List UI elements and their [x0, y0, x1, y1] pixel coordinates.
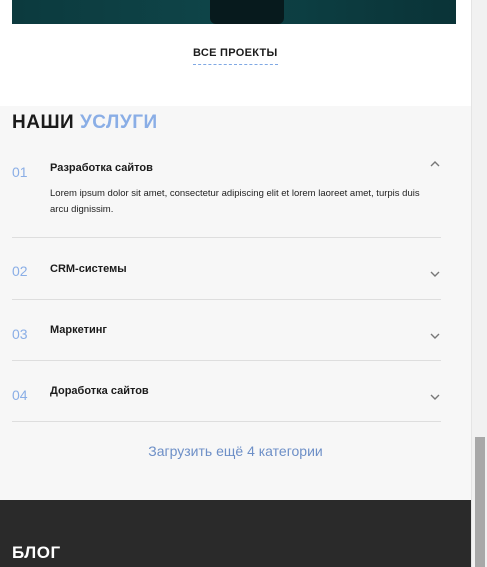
chevron-down-icon[interactable] — [429, 391, 441, 403]
page-content: ВСЕ ПРОЕКТЫ НАШИ УСЛУГИ 01 Разработка са… — [0, 0, 471, 567]
all-projects-link[interactable]: ВСЕ ПРОЕКТЫ — [193, 47, 278, 65]
project-image-figure — [210, 0, 284, 24]
projects-section: ВСЕ ПРОЕКТЫ — [0, 0, 471, 106]
accordion-item-number: 04 — [12, 387, 28, 403]
project-image[interactable] — [12, 0, 456, 24]
load-more-categories-link[interactable]: Загрузить ещё 4 категории — [0, 443, 471, 459]
accordion-item-number: 01 — [12, 164, 28, 180]
accordion-item-site-improvement[interactable]: 04 Доработка сайтов — [12, 361, 441, 422]
blog-title: БЛОГ — [12, 543, 61, 562]
accordion-item-number: 02 — [12, 263, 28, 279]
page-scrollbar[interactable] — [471, 0, 487, 567]
services-title-accent: УСЛУГИ — [79, 112, 158, 133]
accordion-item-web-development[interactable]: 01 Разработка сайтов Lorem ipsum dolor s… — [12, 152, 441, 238]
accordion-item-crm[interactable]: 02 CRM-системы — [12, 238, 441, 300]
services-section: НАШИ УСЛУГИ 01 Разработка сайтов Lorem i… — [0, 106, 471, 500]
page: ВСЕ ПРОЕКТЫ НАШИ УСЛУГИ 01 Разработка са… — [0, 0, 487, 567]
accordion-item-title[interactable]: CRM-системы — [50, 263, 127, 275]
chevron-down-icon[interactable] — [429, 268, 441, 280]
blog-section: БЛОГ — [0, 500, 471, 567]
chevron-down-icon[interactable] — [429, 330, 441, 342]
accordion-item-marketing[interactable]: 03 Маркетинг — [12, 300, 441, 361]
accordion-item-number: 03 — [12, 326, 28, 342]
accordion-item-title[interactable]: Разработка сайтов — [50, 162, 153, 174]
accordion-item-body: Lorem ipsum dolor sit amet, consectetur … — [50, 188, 420, 215]
scrollbar-thumb[interactable] — [475, 437, 485, 567]
chevron-up-icon[interactable] — [429, 158, 441, 170]
services-title: НАШИ УСЛУГИ — [12, 112, 158, 134]
services-title-main: НАШИ — [12, 112, 75, 133]
accordion-item-title[interactable]: Маркетинг — [50, 324, 107, 336]
accordion-item-title[interactable]: Доработка сайтов — [50, 385, 149, 397]
